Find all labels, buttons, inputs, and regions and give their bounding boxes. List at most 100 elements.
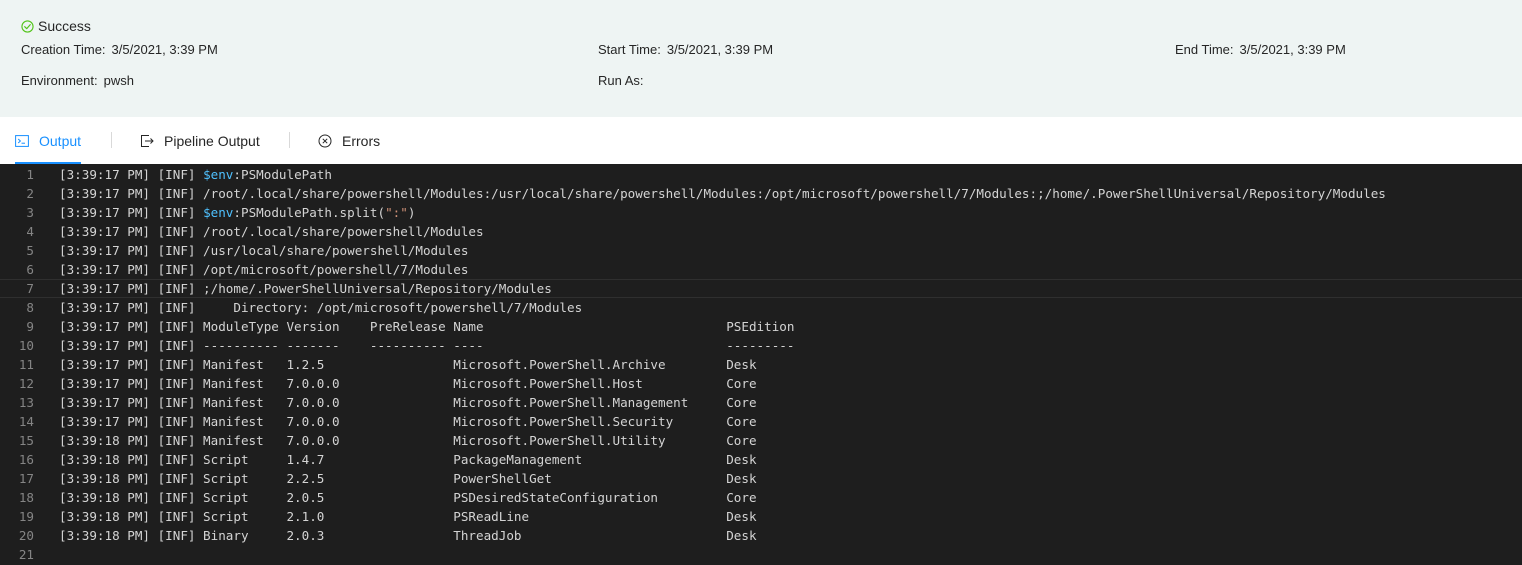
console-line: 21: [0, 545, 1522, 564]
tab-errors[interactable]: Errors: [318, 117, 380, 164]
text-token: [3:39:17 PM] [INF] /opt/microsoft/powers…: [59, 261, 469, 277]
line-text: [3:39:17 PM] [INF] $env:PSModulePath.spl…: [59, 203, 415, 222]
text-token: [3:39:18 PM] [INF] Script 1.4.7 PackageM…: [59, 451, 757, 467]
line-text: [3:39:17 PM] [INF] ModuleType Version Pr…: [59, 317, 794, 336]
line-number: 18: [18, 489, 34, 505]
close-circle-icon: [318, 134, 332, 147]
console-line: 17 [3:39:18 PM] [INF] Script 2.2.5 PowerS…: [0, 469, 1522, 488]
line-number: 15: [18, 432, 34, 448]
line-number: 19: [18, 508, 34, 524]
text-token: [3:39:17 PM] [INF]: [59, 166, 204, 182]
environment-field: Environment: pwsh: [21, 73, 134, 88]
text-token: [3:39:17 PM] [INF] ModuleType Version Pr…: [59, 318, 795, 334]
line-text: [3:39:17 PM] [INF] /usr/local/share/powe…: [59, 241, 468, 260]
text-token: :PSModulePath.split(: [233, 204, 386, 220]
end-time-value: 3/5/2021, 3:39 PM: [1239, 42, 1346, 57]
line-text: [3:39:17 PM] [INF] Manifest 7.0.0.0 Micr…: [59, 393, 757, 412]
line-number: 8: [26, 299, 34, 315]
output-console[interactable]: 1 [3:39:17 PM] [INF] $env:PSModulePath 2 [3…: [0, 164, 1522, 565]
line-text: [3:39:18 PM] [INF] Script 2.2.5 PowerShe…: [59, 469, 757, 488]
variable-token: $env: [203, 204, 234, 220]
line-number: 17: [18, 470, 34, 486]
line-number: 14: [18, 413, 34, 429]
line-number: 21: [18, 546, 34, 562]
line-number: 3: [26, 204, 34, 220]
tab-divider: [111, 132, 112, 148]
console-line: 8 [3:39:17 PM] [INF] Directory: /opt/micr…: [0, 298, 1522, 317]
text-token: [3:39:18 PM] [INF] Script 2.0.5 PSDesire…: [59, 489, 757, 505]
console-line: 3 [3:39:17 PM] [INF] $env:PSModulePath.sp…: [0, 203, 1522, 222]
console-line: 18 [3:39:18 PM] [INF] Script 2.0.5 PSDesi…: [0, 488, 1522, 507]
line-text: [3:39:17 PM] [INF] /root/.local/share/po…: [59, 222, 484, 241]
text-token: [3:39:17 PM] [INF] ---------- ------- --…: [59, 337, 795, 353]
tab-errors-label: Errors: [342, 132, 381, 149]
text-token: ): [407, 204, 416, 220]
line-text: [3:39:17 PM] [INF] ---------- ------- --…: [59, 336, 794, 355]
output-tabs: Output Pipeline Output Errors: [0, 117, 1522, 164]
status-text: Success: [38, 18, 91, 34]
environment-value: pwsh: [103, 73, 134, 88]
console-line: 5 [3:39:17 PM] [INF] /usr/local/share/pow…: [0, 241, 1522, 260]
text-token: [3:39:18 PM] [INF] Manifest 7.0.0.0 Micr…: [59, 432, 757, 448]
line-number: 4: [26, 223, 34, 239]
console-line: 13 [3:39:17 PM] [INF] Manifest 7.0.0.0 Mi…: [0, 393, 1522, 412]
line-text: [3:39:17 PM] [INF] /root/.local/share/po…: [59, 184, 1386, 203]
console-line: 7 [3:39:17 PM] [INF] ;/home/.PowerShellUn…: [0, 279, 1522, 298]
tab-output[interactable]: Output: [15, 117, 82, 164]
run-as-field: Run As:: [598, 73, 650, 88]
console-line: 11 [3:39:17 PM] [INF] Manifest 1.2.5 Micr…: [0, 355, 1522, 374]
text-token: [3:39:17 PM] [INF] Directory: /opt/micro…: [59, 299, 583, 315]
start-time-label: Start Time:: [598, 42, 661, 57]
console-line: 2 [3:39:17 PM] [INF] /root/.local/share/p…: [0, 184, 1522, 203]
text-token: [3:39:17 PM] [INF] Manifest 7.0.0.0 Micr…: [59, 375, 757, 391]
check-circle-icon: [21, 19, 34, 33]
status-indicator: Success: [21, 18, 91, 34]
line-text: [3:39:17 PM] [INF] Manifest 7.0.0.0 Micr…: [59, 374, 757, 393]
text-token: [3:39:17 PM] [INF] ;/home/.PowerShellUni…: [59, 280, 552, 296]
line-text: [3:39:17 PM] [INF] Manifest 1.2.5 Micros…: [59, 355, 757, 374]
console-line: 4 [3:39:17 PM] [INF] /root/.local/share/p…: [0, 222, 1522, 241]
text-token: [3:39:17 PM] [INF] /usr/local/share/powe…: [59, 242, 469, 258]
line-number: 16: [18, 451, 34, 467]
line-number: 6: [26, 261, 34, 277]
job-summary-panel: Success Creation Time: 3/5/2021, 3:39 PM …: [0, 0, 1522, 117]
console-line: 12 [3:39:17 PM] [INF] Manifest 7.0.0.0 Mi…: [0, 374, 1522, 393]
line-number: 7: [26, 280, 34, 296]
text-token: [3:39:17 PM] [INF] Manifest 1.2.5 Micros…: [59, 356, 757, 372]
text-token: [3:39:17 PM] [INF] /root/.local/share/po…: [59, 185, 1386, 201]
line-number: 9: [26, 318, 34, 334]
text-token: [3:39:17 PM] [INF] Manifest 7.0.0.0 Micr…: [59, 394, 757, 410]
line-text: [3:39:17 PM] [INF] ;/home/.PowerShellUni…: [59, 279, 552, 298]
text-token: [3:39:18 PM] [INF] Script 2.2.5 PowerShe…: [59, 470, 757, 486]
line-text: [3:39:17 PM] [INF] Manifest 7.0.0.0 Micr…: [59, 412, 757, 431]
line-text: [3:39:17 PM] [INF] /opt/microsoft/powers…: [59, 260, 468, 279]
tab-pipeline-output[interactable]: Pipeline Output: [140, 117, 260, 164]
end-time-label: End Time:: [1175, 42, 1234, 57]
line-text: [3:39:18 PM] [INF] Script 2.0.5 PSDesire…: [59, 488, 757, 507]
line-number: 20: [18, 527, 34, 543]
line-number: 11: [18, 356, 34, 372]
creation-time-field: Creation Time: 3/5/2021, 3:39 PM: [21, 42, 218, 57]
creation-time-value: 3/5/2021, 3:39 PM: [111, 42, 218, 57]
text-token: [3:39:18 PM] [INF] Binary 2.0.3 ThreadJo…: [59, 527, 757, 543]
console-line: 14 [3:39:17 PM] [INF] Manifest 7.0.0.0 Mi…: [0, 412, 1522, 431]
line-number: 2: [26, 185, 34, 201]
console-line: 1 [3:39:17 PM] [INF] $env:PSModulePath: [0, 165, 1522, 184]
start-time-value: 3/5/2021, 3:39 PM: [666, 42, 774, 57]
terminal-icon: [15, 134, 29, 147]
line-number: 5: [26, 242, 34, 258]
end-time-field: End Time: 3/5/2021, 3:39 PM: [1175, 42, 1346, 57]
text-token: [3:39:17 PM] [INF] Manifest 7.0.0.0 Micr…: [59, 413, 757, 429]
tab-divider: [289, 132, 290, 148]
text-token: [3:39:18 PM] [INF] Script 2.1.0 PSReadLi…: [59, 508, 757, 524]
line-text: [3:39:18 PM] [INF] Binary 2.0.3 ThreadJo…: [59, 526, 757, 545]
line-number: 13: [18, 394, 34, 410]
creation-time-label: Creation Time:: [21, 42, 106, 57]
environment-label: Environment:: [21, 73, 98, 88]
console-line: 9 [3:39:17 PM] [INF] ModuleType Version P…: [0, 317, 1522, 336]
run-as-label: Run As:: [598, 73, 644, 88]
console-line: 16 [3:39:18 PM] [INF] Script 1.4.7 Packag…: [0, 450, 1522, 469]
line-number: 10: [18, 337, 34, 353]
line-text: [3:39:17 PM] [INF] Directory: /opt/micro…: [59, 298, 582, 317]
console-line: 15 [3:39:18 PM] [INF] Manifest 7.0.0.0 Mi…: [0, 431, 1522, 450]
